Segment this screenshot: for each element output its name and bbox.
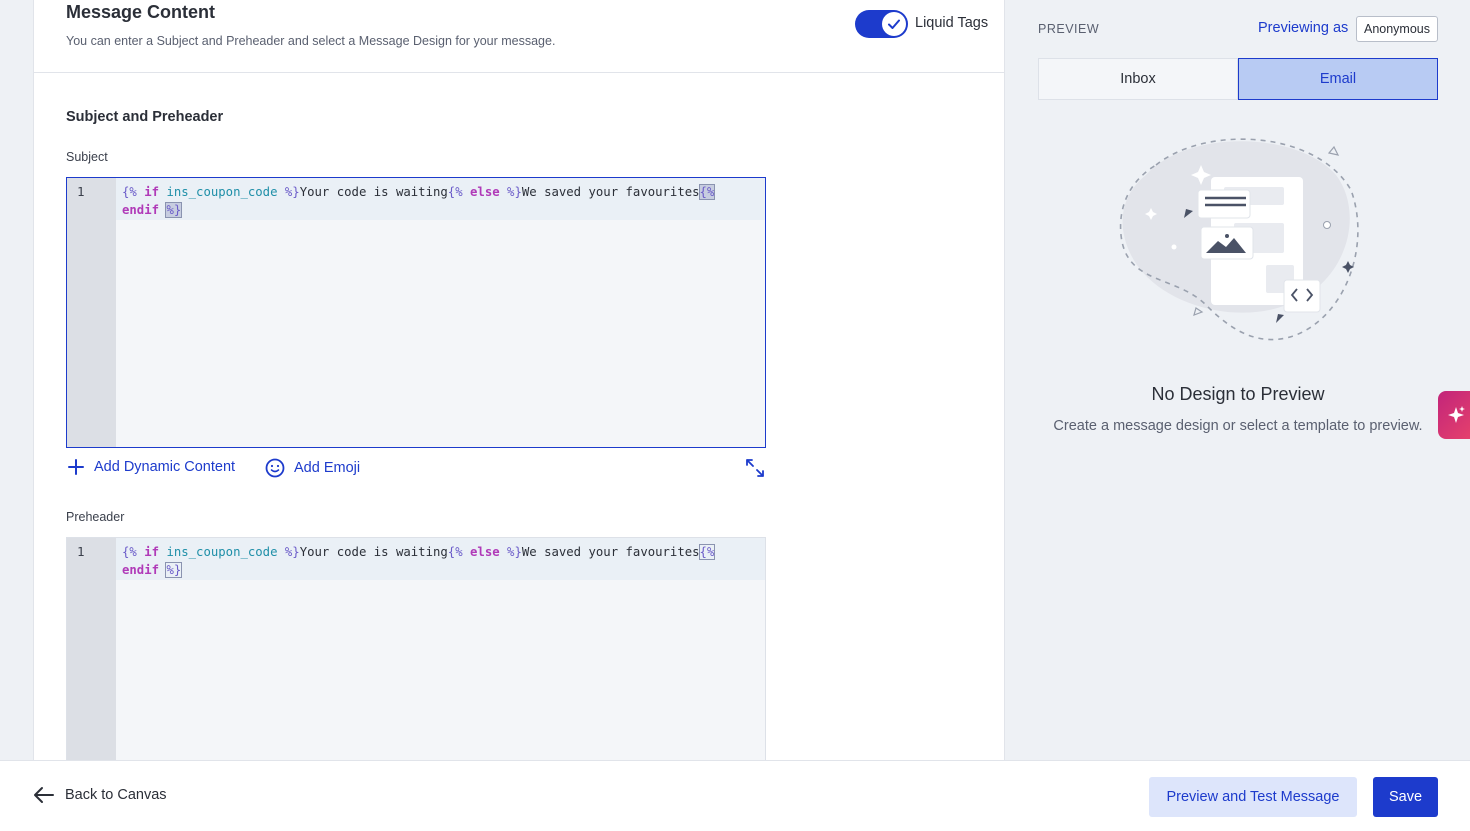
preheader-label: Preheader [66,510,125,524]
empty-preview-subtitle: Create a message design or select a temp… [1053,418,1423,434]
text-cursor [181,203,183,218]
liquid-keyword: endif [122,563,160,577]
subject-label: Subject [66,150,108,164]
add-dynamic-content-label: Add Dynamic Content [94,459,236,475]
check-icon [888,19,900,29]
expand-icon[interactable] [744,457,766,479]
subject-code[interactable]: {% if ins_coupon_code %}Your code is wai… [122,183,762,219]
back-to-canvas-label: Back to Canvas [65,787,167,803]
line-number: 1 [77,184,85,199]
liquid-delimiter: {% [122,185,137,199]
liquid-delimiter: {% [447,185,463,199]
editor-actions: Add Dynamic Content Add Emoji [66,457,766,481]
line-number: 1 [77,544,85,559]
add-emoji-button[interactable]: Add Emoji [264,457,360,479]
page-title: Message Content [66,2,216,22]
smiley-icon [265,458,285,478]
section-title: Subject and Preheader [66,109,224,125]
page-subtitle: You can enter a Subject and Preheader an… [66,34,556,48]
code-text: We saved your favourites [521,185,700,199]
liquid-delimiter: {% [122,545,137,559]
liquid-tags-label: Liquid Tags [915,15,989,31]
empty-preview-illustration [1119,138,1359,341]
liquid-variable: ins_coupon_code [166,185,278,199]
liquid-delimiter: %} [284,545,300,559]
line-gutter: 1 [67,538,116,760]
liquid-keyword: endif [122,203,160,217]
message-content-card: Message Content You can enter a Subject … [33,0,1005,760]
back-to-canvas-link[interactable]: Back to Canvas [33,786,167,804]
message-content-header: Message Content You can enter a Subject … [34,0,1004,73]
footer-bar: Back to Canvas Preview and Test Message … [0,760,1470,831]
preview-and-test-button[interactable]: Preview and Test Message [1149,777,1357,817]
liquid-keyword: else [470,545,500,559]
code-text: Your code is waiting [299,185,448,199]
liquid-delimiter-matched: {% [698,184,716,200]
liquid-keyword: else [470,185,500,199]
preview-tabs: Inbox Email [1038,58,1438,100]
save-button[interactable]: Save [1373,777,1438,817]
liquid-delimiter-matched: %} [165,202,183,218]
line-gutter: 1 [67,178,116,447]
previewing-as-label: Previewing as [1258,20,1349,36]
tab-email[interactable]: Email [1238,58,1438,100]
liquid-delimiter: %} [507,545,522,559]
code-text: Your code is waiting [299,545,448,559]
liquid-keyword: if [144,185,160,199]
liquid-delimiter: %} [165,562,183,578]
sparkle-icon [1448,406,1465,423]
preview-panel: PREVIEW Previewing as Anonymous Inbox Em… [1006,0,1470,760]
empty-preview-title: No Design to Preview [1151,384,1325,404]
add-dynamic-content-button[interactable]: Add Dynamic Content [66,457,235,477]
liquid-delimiter: {% [698,544,716,560]
tab-inbox[interactable]: Inbox [1038,58,1238,100]
arrow-left-icon [34,787,54,803]
subject-editor[interactable]: 1 {% if ins_coupon_code %}Your code is w… [66,177,766,448]
code-text: We saved your favourites [521,545,700,559]
persona-select[interactable]: Anonymous [1356,16,1438,42]
ai-assistant-button[interactable] [1438,391,1470,439]
liquid-tags-toggle[interactable] [855,10,908,38]
liquid-delimiter: %} [507,185,522,199]
liquid-delimiter: {% [447,545,463,559]
preheader-code[interactable]: {% if ins_coupon_code %}Your code is wai… [122,543,762,579]
toggle-knob [882,12,906,36]
add-emoji-label: Add Emoji [294,460,361,476]
liquid-keyword: if [144,545,160,559]
plus-icon [68,459,84,475]
preview-heading: PREVIEW [1038,22,1100,36]
preheader-editor[interactable]: 1 {% if ins_coupon_code %}Your code is w… [66,537,766,760]
liquid-variable: ins_coupon_code [166,545,278,559]
liquid-delimiter: %} [284,185,300,199]
